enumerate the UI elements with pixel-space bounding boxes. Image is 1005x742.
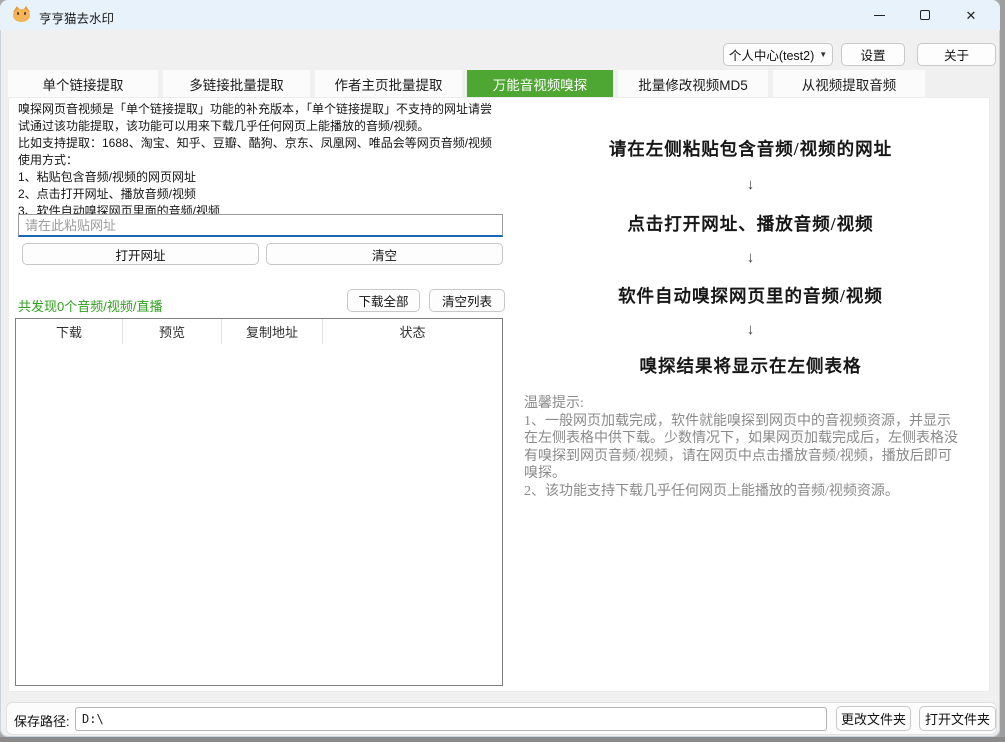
clear-url-label: 清空 [372,245,397,264]
tab-multi-link-batch[interactable]: 多链接批量提取 [163,70,310,97]
taskbar-sliver [0,737,1005,742]
open-folder-button[interactable]: 打开文件夹 [919,706,996,731]
table-body-empty[interactable] [16,344,502,687]
clear-list-label: 清空列表 [442,291,492,310]
tab-author-page-batch[interactable]: 作者主页批量提取 [315,70,462,97]
sniff-result-count: 共发现0个音频/视频/直播 [18,296,162,315]
maximize-button[interactable] [902,0,948,30]
save-path-label: 保存路径: [14,711,70,730]
cat-app-icon [13,7,30,22]
step-open-play: 点击打开网址、播放音频/视频 [511,211,990,236]
tab-label: 作者主页批量提取 [335,74,443,94]
titlebar: 亨亨猫去水印 ✕ [0,0,1000,30]
down-arrow-icon: ↓ [511,249,990,266]
minimize-icon [874,15,885,16]
tab-label: 多链接批量提取 [189,74,284,94]
step-paste-url: 请在左侧粘贴包含音频/视频的网址 [511,136,990,161]
column-header-download: 下载 [16,319,123,344]
open-url-button[interactable]: 打开网址 [22,243,259,265]
url-input[interactable] [18,214,503,237]
window-controls: ✕ [856,0,994,30]
clear-url-button[interactable]: 清空 [266,243,503,265]
settings-button[interactable]: 设置 [841,43,905,66]
download-all-button[interactable]: 下载全部 [347,289,420,312]
tab-bar: 单个链接提取 多链接批量提取 作者主页批量提取 万能音视频嗅探 批量修改视频MD… [8,70,925,97]
table-header-row: 下载 预览 复制地址 状态 [16,319,502,344]
screen-edge-right [1000,0,1005,742]
sniff-result-table: 下载 预览 复制地址 状态 [15,318,503,686]
maximize-icon [920,10,930,20]
clear-list-button[interactable]: 清空列表 [429,289,505,312]
warm-tips-text: 温馨提示: 1、一般网页加载完成，软件就能嗅探到网页中的音视频资源，并显示 在左… [524,395,986,500]
tab-label: 批量修改视频MD5 [638,74,748,94]
app-window: 亨亨猫去水印 ✕ 个人中心(test2) ▼ 设置 关于 单个链接提取 多链接批… [0,0,1000,737]
tab-label: 从视频提取音频 [802,74,897,94]
column-header-preview: 预览 [123,319,222,344]
tab-modify-md5[interactable]: 批量修改视频MD5 [618,70,768,97]
account-dropdown[interactable]: 个人中心(test2) ▼ [723,43,833,66]
tab-extract-audio[interactable]: 从视频提取音频 [773,70,925,97]
tab-label: 单个链接提取 [43,74,124,94]
close-button[interactable]: ✕ [948,0,994,30]
minimize-button[interactable] [856,0,902,30]
about-label: 关于 [944,45,969,64]
down-arrow-icon: ↓ [511,176,990,193]
about-button[interactable]: 关于 [917,43,996,66]
change-folder-button[interactable]: 更改文件夹 [836,706,911,731]
feature-description: 嗅探网页音视频是「单个链接提取」功能的补充版本，「单个链接提取」不支持的网址请尝… [18,101,518,220]
window-title: 亨亨猫去水印 [39,8,114,27]
chevron-down-icon: ▼ [819,50,827,59]
download-all-label: 下载全部 [358,291,408,310]
open-url-label: 打开网址 [115,245,165,264]
account-label: 个人中心(test2) [729,45,814,64]
step-result-table: 嗅探结果将显示在左侧表格 [511,353,990,378]
column-header-copy-url: 复制地址 [222,319,323,344]
save-path-input[interactable] [75,707,827,731]
down-arrow-icon: ↓ [511,321,990,338]
settings-label: 设置 [860,45,885,64]
tab-label: 万能音视频嗅探 [493,74,588,94]
change-folder-label: 更改文件夹 [841,709,906,728]
open-folder-label: 打开文件夹 [925,709,990,728]
tab-universal-sniffer[interactable]: 万能音视频嗅探 [467,70,613,97]
step-auto-sniff: 软件自动嗅探网页里的音频/视频 [511,283,990,308]
column-header-status: 状态 [323,319,502,344]
tab-single-link-extract[interactable]: 单个链接提取 [8,70,158,97]
close-icon: ✕ [966,9,977,22]
